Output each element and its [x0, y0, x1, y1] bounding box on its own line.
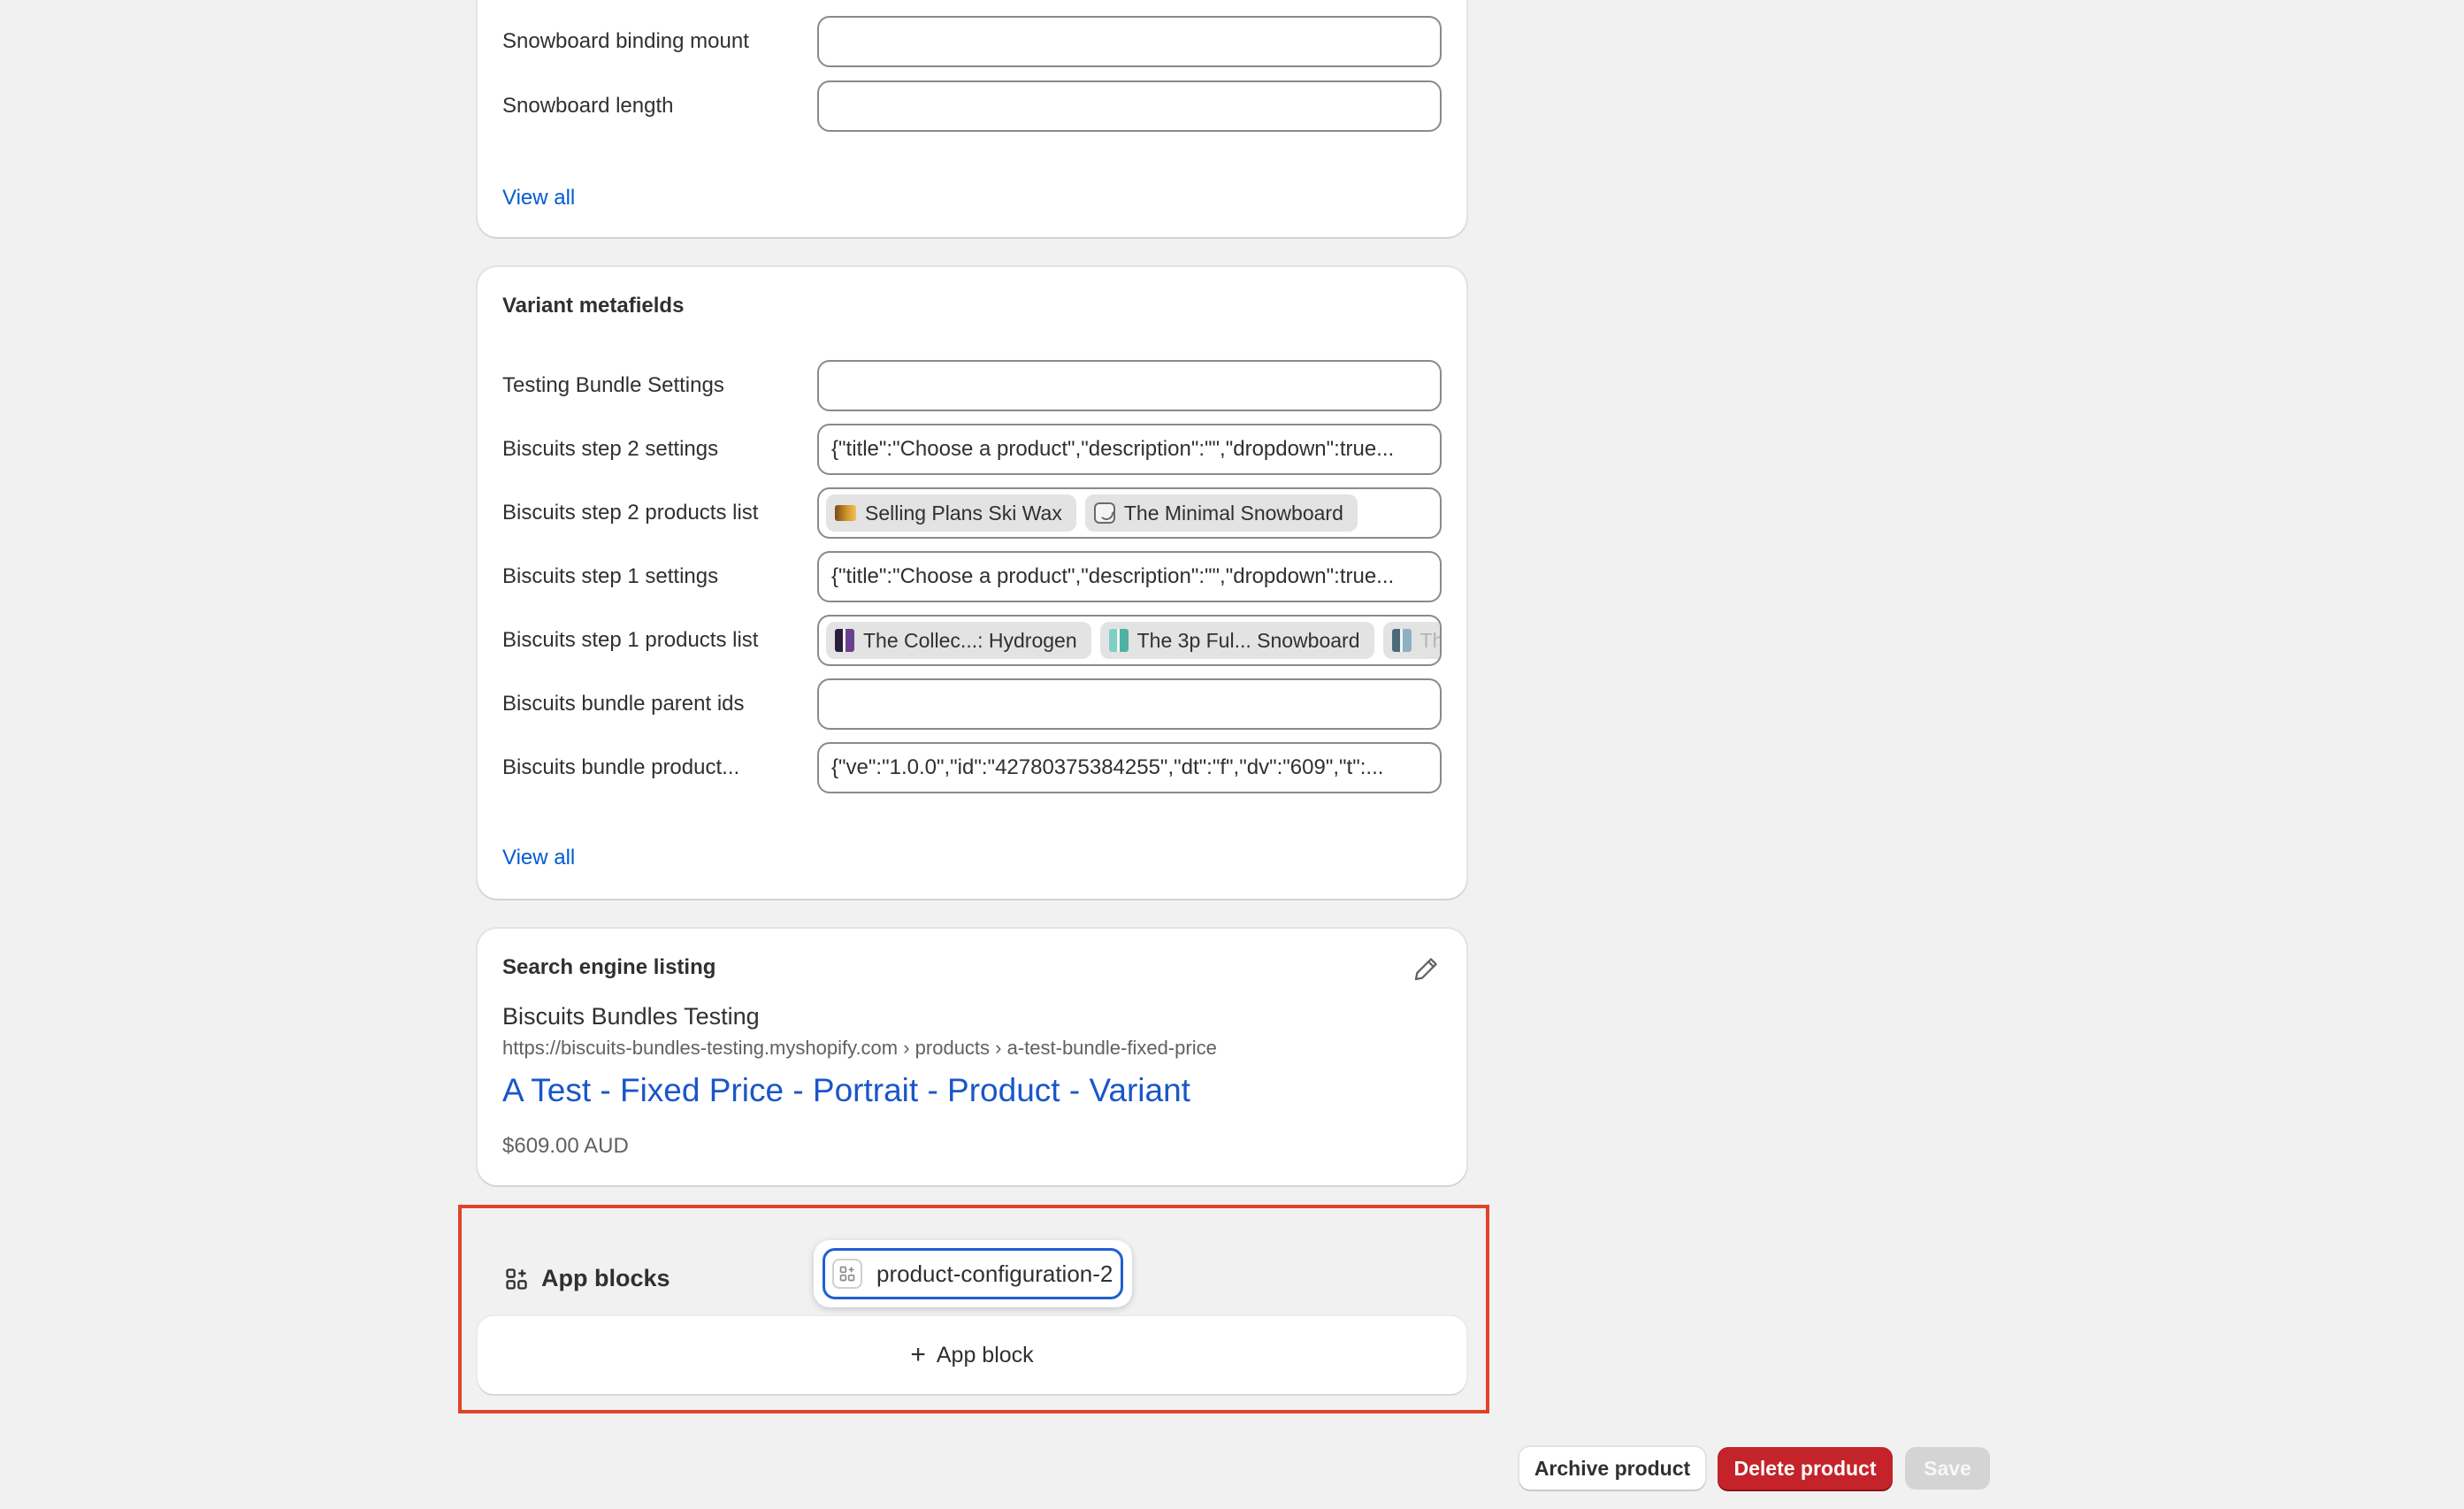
product-list-field[interactable]: The Collec...: Hydrogen The 3p Ful... Sn…	[817, 615, 1442, 666]
app-blocks-icon	[506, 1268, 527, 1290]
seo-url: https://biscuits-bundles-testing.myshopi…	[502, 1037, 1217, 1059]
view-all-variant-metafields-link[interactable]: View all	[502, 846, 575, 870]
seo-store-name: Biscuits Bundles Testing	[502, 1003, 760, 1030]
pencil-icon[interactable]	[1412, 954, 1442, 984]
metafield-row: Biscuits bundle product... {"ve":"1.0.0"…	[502, 742, 1442, 793]
metafield-label: Biscuits bundle parent ids	[502, 692, 745, 716]
app-block-item-label: product-configuration-2	[876, 1260, 1113, 1287]
seo-page-title: A Test - Fixed Price - Portrait - Produc…	[502, 1072, 1190, 1108]
product-thumbnail-icon	[1391, 629, 1412, 652]
add-app-block-label: App block	[936, 1342, 1034, 1367]
metafield-label: Biscuits step 1 products list	[502, 628, 759, 652]
app-block-item-icon	[832, 1259, 862, 1289]
add-app-block-button[interactable]: + App block	[478, 1316, 1466, 1394]
app-block-popover: product-configuration-2	[814, 1240, 1132, 1307]
product-chip-label: The 3p Ful... Snowboard	[1136, 629, 1360, 652]
variant-metafields-card: Variant metafields Testing Bundle Settin…	[478, 267, 1466, 899]
app-block-item[interactable]: product-configuration-2	[823, 1248, 1123, 1299]
metafield-row: Testing Bundle Settings	[502, 360, 1442, 411]
metafield-input[interactable]: {"ve":"1.0.0","id":"42780375384255","dt"…	[817, 742, 1442, 793]
metafield-row: Snowboard binding mount	[502, 16, 1442, 67]
app-blocks-header: App blocks	[504, 1265, 670, 1292]
metafield-input[interactable]	[817, 360, 1442, 411]
product-list-field[interactable]: Selling Plans Ski Wax The Minimal Snowbo…	[817, 487, 1442, 539]
search-engine-listing-card: Search engine listing Biscuits Bundles T…	[478, 929, 1466, 1185]
metafield-input[interactable]: {"title":"Choose a product","description…	[817, 424, 1442, 475]
metafield-input[interactable]	[817, 80, 1442, 132]
metafield-row: Biscuits bundle parent ids	[502, 678, 1442, 730]
metafield-label: Biscuits bundle product...	[502, 755, 740, 779]
plus-icon: +	[910, 1340, 926, 1369]
variant-metafields-title: Variant metafields	[502, 294, 685, 318]
metafield-input[interactable]: {"title":"Choose a product","description…	[817, 551, 1442, 602]
product-chip-label: Selling Plans Ski Wax	[865, 502, 1062, 525]
product-placeholder-icon	[1093, 502, 1115, 524]
product-metafields-card: Snowboard binding mount Snowboard length…	[478, 0, 1466, 237]
product-chip[interactable]: Th	[1382, 622, 1440, 659]
product-chip-label: The Minimal Snowboard	[1123, 502, 1343, 525]
product-chip[interactable]: The Minimal Snowboard	[1084, 494, 1358, 532]
metafield-label: Biscuits step 2 products list	[502, 501, 759, 525]
metafield-row: Biscuits step 1 settings {"title":"Choos…	[502, 551, 1442, 602]
metafield-row: Biscuits step 2 products list Selling Pl…	[502, 487, 1442, 539]
archive-product-button[interactable]: Archive product	[1519, 1447, 1705, 1490]
view-all-product-metafields-link[interactable]: View all	[502, 186, 575, 211]
product-chip[interactable]: Selling Plans Ski Wax	[826, 494, 1076, 532]
metafield-label: Snowboard binding mount	[502, 29, 749, 53]
metafield-label: Snowboard length	[502, 94, 674, 118]
metafield-input[interactable]	[817, 16, 1442, 67]
product-chip-label: The Collec...: Hydrogen	[863, 629, 1077, 652]
save-button[interactable]: Save	[1905, 1447, 1990, 1490]
metafield-label: Biscuits step 2 settings	[502, 437, 719, 461]
metafield-row: Snowboard length	[502, 80, 1442, 132]
product-chip[interactable]: The 3p Ful... Snowboard	[1099, 622, 1374, 659]
metafield-label: Testing Bundle Settings	[502, 373, 724, 397]
product-thumbnail-icon	[835, 505, 856, 521]
app-blocks-label: App blocks	[541, 1265, 670, 1291]
seo-card-title: Search engine listing	[502, 955, 716, 979]
product-chip[interactable]: The Collec...: Hydrogen	[826, 622, 1091, 659]
metafield-input[interactable]	[817, 678, 1442, 730]
product-chip-label: Th	[1419, 629, 1442, 652]
metafield-row: Biscuits step 1 products list The Collec…	[502, 615, 1442, 666]
metafield-label: Biscuits step 1 settings	[502, 564, 719, 588]
delete-product-button[interactable]: Delete product	[1718, 1447, 1893, 1490]
metafield-row: Biscuits step 2 settings {"title":"Choos…	[502, 424, 1442, 475]
product-thumbnail-icon	[1108, 629, 1129, 652]
seo-price: $609.00 AUD	[502, 1134, 629, 1158]
product-thumbnail-icon	[835, 629, 854, 652]
